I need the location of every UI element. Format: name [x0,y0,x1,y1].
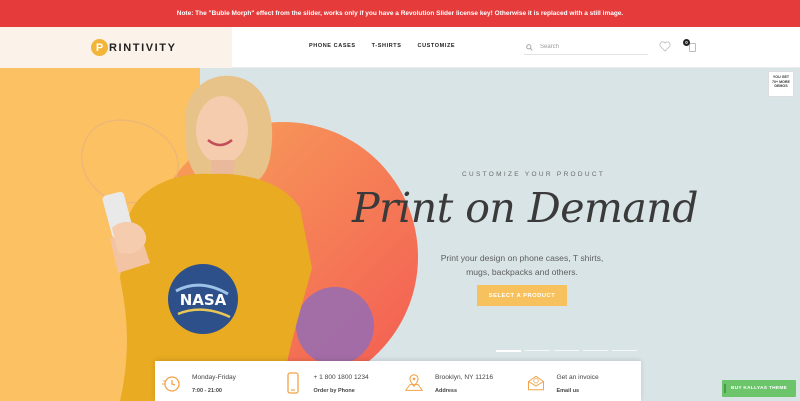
hero-subtitle-line: Print your design on phone cases, T shir… [440,253,604,263]
invoice-label: Email us [556,388,580,394]
more-demos-badge[interactable]: YOU GET 70+ MORE DEMOS [768,71,794,97]
hero-subtitle: Print your design on phone cases, T shir… [420,251,624,279]
search-icon[interactable] [526,43,533,51]
shopping-bag-icon [689,43,696,52]
search-bar [524,40,648,55]
nav-phone-cases[interactable]: PHONE CASES [309,43,356,49]
site-header: P RINTIVITY PHONE CASES T-SHIRTS CUSTOMI… [0,27,800,68]
hours-days: Monday-Friday [192,374,236,381]
logo-mark: P [91,39,108,56]
slider-pagination [496,349,641,352]
info-hours: Monday-Friday 7:00 - 21:00 [155,361,277,401]
nav-customize[interactable]: CUSTOMIZE [418,43,456,49]
hero-artwork: NASA [0,68,418,401]
cart-button[interactable]: 0 [683,39,698,53]
license-notice-text: Note: The "Buble Morph" effect from the … [176,10,624,17]
select-product-button[interactable]: SELECT A PRODUCT [477,285,567,306]
purple-blob [296,287,374,365]
logo-text: RINTIVITY [109,41,177,54]
info-invoice: Get an invoice Email us [520,361,642,401]
slide-bullet[interactable] [525,350,550,351]
hero-tagline: CUSTOMIZE YOUR PRODUCT [462,171,606,178]
map-icon [405,374,423,391]
main-nav: PHONE CASES T-SHIRTS CUSTOMIZE [309,43,471,49]
slide-bullet[interactable] [583,350,608,351]
phone-number[interactable]: + 1 800 1800 1234 [314,374,369,381]
cart-count-badge: 0 [683,39,690,46]
envelope-icon [527,375,544,391]
hours-time: 7:00 - 21:00 [192,388,222,394]
site-logo[interactable]: P RINTIVITY [91,39,177,56]
face [196,96,248,164]
search-input[interactable] [540,44,640,50]
phone-label: Order by Phone [313,388,355,394]
address-label: Address [435,388,458,394]
hero-subtitle-line: mugs, backpacks and others. [466,267,578,277]
nav-t-shirts[interactable]: T-SHIRTS [372,43,402,49]
info-address: Brooklyn, NY 11216 Address [398,361,520,401]
slide-bullet[interactable] [496,349,521,352]
slide-bullet[interactable] [554,350,579,351]
address-text: Brooklyn, NY 11216 [435,374,494,381]
info-phone: + 1 800 1800 1234 Order by Phone [277,361,399,401]
invoice-text[interactable]: Get an invoice [557,374,599,381]
hero-headline: Print on Demand [352,184,698,232]
clock-icon [162,376,180,392]
license-notice-bar: Note: The "Buble Morph" effect from the … [0,0,800,27]
nasa-print-text: NASA [180,291,227,309]
buy-theme-button[interactable]: BUY KALLYAS THEME [722,380,796,397]
promo-line: DEMOS [774,84,788,88]
phone-icon [286,372,299,394]
wishlist-heart-icon[interactable] [659,41,671,52]
info-bar: Monday-Friday 7:00 - 21:00 + 1 800 1800 … [155,361,641,401]
hero-slider: NASA CUSTOMIZE YOUR PRODUCT Print on Dem… [0,68,800,401]
slide-bullet[interactable] [612,350,637,351]
